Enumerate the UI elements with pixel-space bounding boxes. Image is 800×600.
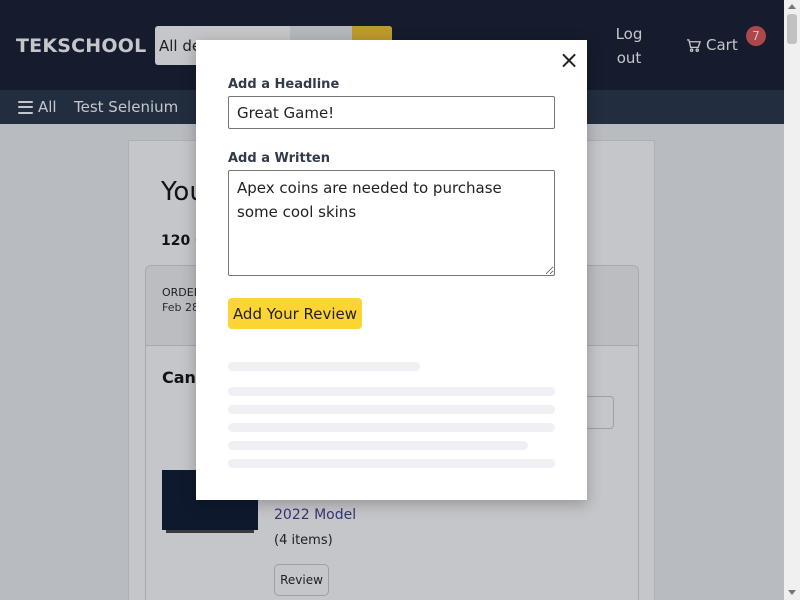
- written-review-textarea[interactable]: Apex coins are needed to purchase some c…: [228, 170, 555, 276]
- loading-skeleton-line: [228, 423, 555, 432]
- headline-input[interactable]: [228, 96, 555, 129]
- scroll-down-arrow-icon[interactable]: [788, 590, 796, 595]
- headline-label: Add a Headline: [228, 77, 340, 92]
- loading-skeleton-line: [228, 387, 555, 396]
- page-scrollbar[interactable]: [784, 0, 800, 600]
- scroll-up-arrow-icon[interactable]: [788, 4, 796, 9]
- scrollbar-thumb[interactable]: [787, 14, 797, 44]
- review-modal: × Add a Headline Add a Written Apex coin…: [196, 40, 587, 500]
- close-icon[interactable]: ×: [557, 48, 581, 72]
- written-label: Add a Written: [228, 151, 330, 166]
- loading-skeleton-line: [228, 459, 555, 468]
- loading-skeleton-line: [228, 441, 528, 450]
- add-review-button[interactable]: Add Your Review: [228, 298, 362, 329]
- loading-skeleton-line: [228, 405, 555, 414]
- loading-skeleton-line: [228, 362, 420, 371]
